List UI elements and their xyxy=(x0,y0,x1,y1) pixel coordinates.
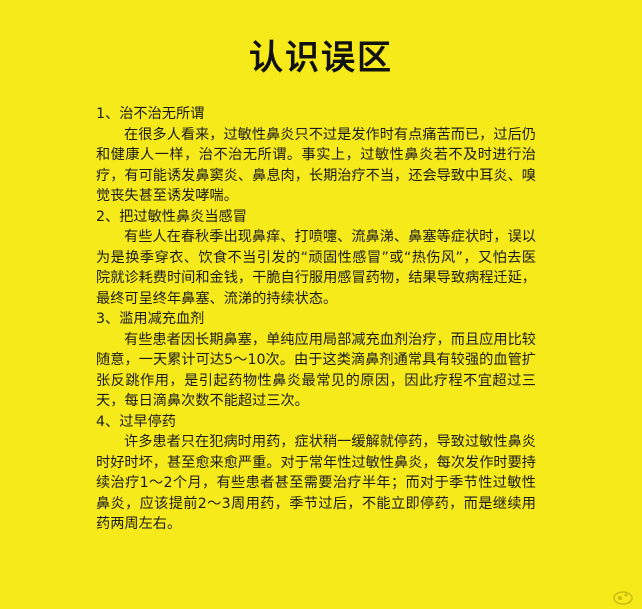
page-title: 认识误区 xyxy=(249,38,393,78)
section-heading: 3、滥用减充血剂 xyxy=(96,311,205,327)
page: 认识误区 1、治不治无所谓 在很多人看来，过敏性鼻炎只不过是发作时有点痛苦而已，… xyxy=(0,0,642,609)
section-paragraph: 许多患者只在犯病时用药，症状稍一缓解就停药，导致过敏性鼻炎时好时坏，甚至愈来愈严… xyxy=(96,434,536,532)
watermark-icon xyxy=(613,591,633,605)
section-heading: 1、治不治无所谓 xyxy=(96,106,205,122)
section-1: 1、治不治无所谓 在很多人看来，过敏性鼻炎只不过是发作时有点痛苦而已，过后仍和健… xyxy=(96,104,536,207)
section-2: 2、把过敏性鼻炎当感冒 有些人在春秋季出现鼻痒、打喷嚏、流鼻涕、鼻塞等症状时，误… xyxy=(96,207,536,310)
section-paragraph: 有些人在春秋季出现鼻痒、打喷嚏、流鼻涕、鼻塞等症状时，误以为是换季穿衣、饮食不当… xyxy=(96,229,536,307)
section-3: 3、滥用减充血剂 有些患者因长期鼻塞，单纯应用局部减充血剂治疗，而且应用比较随意… xyxy=(96,309,536,412)
section-4: 4、过早停药 许多患者只在犯病时用药，症状稍一缓解就停药，导致过敏性鼻炎时好时坏… xyxy=(96,412,536,535)
section-heading: 4、过早停药 xyxy=(96,413,176,430)
section-heading: 2、把过敏性鼻炎当感冒 xyxy=(96,208,247,225)
article-body: 1、治不治无所谓 在很多人看来，过敏性鼻炎只不过是发作时有点痛苦而已，过后仍和健… xyxy=(96,104,536,535)
section-paragraph: 在很多人看来，过敏性鼻炎只不过是发作时有点痛苦而已，过后仍和健康人一样，治不治无… xyxy=(96,126,536,205)
section-paragraph: 有些患者因长期鼻塞，单纯应用局部减充血剂治疗，而且应用比较随意，一天累计可达5～… xyxy=(96,331,536,410)
